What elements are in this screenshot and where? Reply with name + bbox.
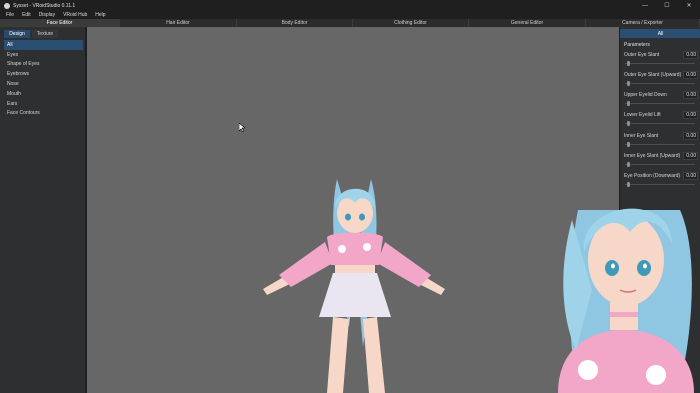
- slider-track[interactable]: [625, 164, 695, 165]
- param-row: Outer Eye Slant 0.00: [623, 51, 699, 69]
- menu-bar: File Edit Display VRoid Hub Help: [0, 11, 700, 19]
- category-face-contours[interactable]: Face Contours: [4, 109, 83, 119]
- param-row: Lower Eyelid Lift 0.00: [623, 111, 699, 129]
- minimize-button[interactable]: —: [634, 0, 656, 11]
- category-eyebrows[interactable]: Eyebrows: [4, 69, 83, 79]
- menu-edit[interactable]: Edit: [22, 12, 31, 18]
- param-label: Lower Eyelid Lift: [624, 112, 661, 118]
- tab-all[interactable]: All: [620, 29, 700, 38]
- category-list: All Eyes Shape of Eyes Eyebrows Nose Mou…: [4, 40, 83, 118]
- tab-camera-exporter[interactable]: Camera / Exporter: [586, 19, 700, 27]
- param-value-input[interactable]: 0.00: [683, 71, 698, 79]
- slider-track[interactable]: [625, 123, 695, 124]
- slider-thumb[interactable]: [627, 81, 630, 86]
- editor-tab-bar: Face Editor Hair Editor Body Editor Clot…: [0, 19, 700, 27]
- slider-thumb[interactable]: [627, 101, 630, 106]
- category-ears[interactable]: Ears: [4, 99, 83, 109]
- mouse-pointer-icon: [239, 123, 245, 132]
- tab-hair-editor[interactable]: Hair Editor: [120, 19, 237, 27]
- parameters-heading: Parameters: [624, 42, 650, 48]
- param-row: Outer Eye Slant (Upward) 0.00: [623, 71, 699, 89]
- param-label: Upper Eyelid Down: [624, 92, 667, 98]
- menu-vroid-hub[interactable]: VRoid Hub: [63, 12, 87, 18]
- param-label: Outer Eye Slant: [624, 52, 660, 58]
- avatar-closeup-overlay: [558, 208, 694, 393]
- category-shape-of-eyes[interactable]: Shape of Eyes: [4, 60, 83, 70]
- maximize-button[interactable]: ☐: [656, 0, 678, 11]
- category-all[interactable]: All: [4, 40, 83, 50]
- close-button[interactable]: ✕: [678, 0, 700, 11]
- param-value-input[interactable]: 0.00: [683, 111, 698, 119]
- slider-thumb[interactable]: [627, 142, 630, 147]
- title-bar: Sysset - VRoidStudio 0.11.1 — ☐ ✕: [0, 0, 700, 11]
- category-mouth[interactable]: Mouth: [4, 89, 83, 99]
- slider-track[interactable]: [625, 63, 695, 64]
- tab-body-editor[interactable]: Body Editor: [237, 19, 353, 27]
- slider-track[interactable]: [625, 103, 695, 104]
- subtab-texture[interactable]: Texture: [32, 30, 58, 38]
- param-label: Inner Eye Slant (Upward): [624, 153, 681, 159]
- subtab-design[interactable]: Design: [4, 30, 30, 38]
- menu-display[interactable]: Display: [39, 12, 55, 18]
- vroid-app-icon: [4, 2, 10, 9]
- avatar-model: [263, 179, 445, 393]
- param-label: Inner Eye Slant: [624, 133, 659, 139]
- left-panel: Design Texture All Eyes Shape of Eyes Ey…: [0, 27, 86, 393]
- 3d-viewport[interactable]: [87, 27, 619, 393]
- slider-thumb[interactable]: [627, 61, 630, 66]
- param-value-input[interactable]: 0.00: [683, 91, 698, 99]
- slider-thumb[interactable]: [627, 162, 630, 167]
- slider-track[interactable]: [625, 144, 695, 145]
- tab-clothing-editor[interactable]: Clothing Editor: [353, 19, 469, 27]
- param-row: Inner Eye Slant (Upward) 0.00: [623, 152, 699, 170]
- category-eyes[interactable]: Eyes: [4, 50, 83, 60]
- tab-general-editor[interactable]: General Editor: [469, 19, 586, 27]
- window-controls: — ☐ ✕: [634, 0, 700, 11]
- slider-thumb[interactable]: [627, 121, 630, 126]
- param-value-input[interactable]: 0.00: [683, 172, 698, 180]
- param-value-input[interactable]: 0.00: [683, 51, 698, 59]
- param-row: Upper Eyelid Down 0.00: [623, 91, 699, 109]
- window-title: Sysset - VRoidStudio 0.11.1: [13, 2, 76, 9]
- slider-track[interactable]: [625, 83, 695, 84]
- category-nose[interactable]: Nose: [4, 79, 83, 89]
- tab-face-editor[interactable]: Face Editor: [0, 19, 120, 27]
- menu-help[interactable]: Help: [95, 12, 105, 18]
- param-label: Outer Eye Slant (Upward): [624, 72, 682, 78]
- param-value-input[interactable]: 0.00: [683, 152, 698, 160]
- param-value-input[interactable]: 0.00: [683, 132, 698, 140]
- param-row: Inner Eye Slant 0.00: [623, 132, 699, 150]
- param-label: Eye Position (Downward): [624, 173, 681, 179]
- menu-file[interactable]: File: [6, 12, 14, 18]
- design-texture-tabs: Design Texture: [4, 30, 60, 38]
